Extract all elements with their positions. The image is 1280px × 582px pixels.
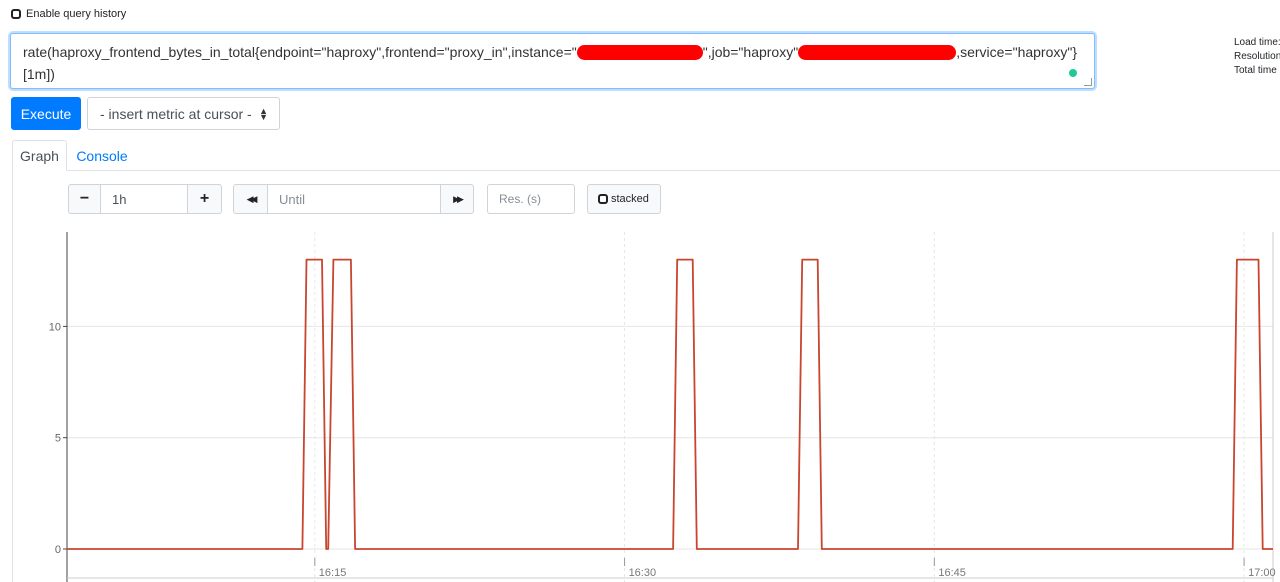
redacted-instance [576,45,703,60]
query-stats: Load time: Resolution: Total time s [1234,36,1280,78]
resolution-input[interactable]: Res. (s) [487,184,575,214]
load-time-label: Load time: [1234,37,1280,48]
x-tick-label: 16:30 [629,567,657,579]
expression-text-3: ,service="haproxy"} [956,44,1078,60]
tab-console[interactable]: Console [67,140,137,171]
y-tick-label: 10 [49,321,61,333]
stacked-checkbox[interactable] [598,194,608,204]
expression-text-2: ",job="haproxy" [702,44,799,60]
chart-labels: 0 5 10 16:15 16:30 16:45 17:00 [49,321,1276,579]
rewind-icon[interactable]: ◀◀ [233,184,268,214]
x-tick-label: 16:15 [319,567,347,579]
query-history-toggle[interactable]: Enable query history [11,8,126,20]
resolution-label: Resolution: [1234,51,1280,62]
expression-line-2: [1m]) [23,66,55,82]
query-history-label: Enable query history [26,8,127,20]
y-tick-label: 0 [55,544,61,556]
x-tick-label: 17:00 [1248,567,1276,579]
chart-grid [63,232,1273,582]
range-input[interactable]: 1h [100,184,188,214]
graph-chart[interactable]: 0 5 10 16:15 16:30 16:45 17:00 [0,228,1280,582]
stacked-toggle[interactable]: stacked [587,184,661,214]
expression-line-1: rate(haproxy_frontend_bytes_in_total{end… [23,41,1082,63]
query-history-checkbox[interactable] [11,9,21,19]
chart-series [67,258,1273,550]
stacked-label: stacked [611,193,649,205]
chart-axes [66,232,1274,582]
resize-handle-icon[interactable] [1084,78,1092,86]
expression-input[interactable]: rate(haproxy_frontend_bytes_in_total{end… [10,33,1095,89]
tab-bar: Graph Console [12,140,1280,171]
insert-metric-select[interactable]: - insert metric at cursor - ▲ ▼ [87,97,280,130]
decrease-range-button[interactable]: − [68,184,101,214]
insert-metric-label: - insert metric at cursor - [100,105,252,122]
expression-text-1: rate(haproxy_frontend_bytes_in_total{end… [23,44,577,60]
increase-range-button[interactable]: + [187,184,222,214]
redacted-label [798,45,957,60]
until-input[interactable]: Until [267,184,441,214]
x-tick-label: 16:45 [938,567,966,579]
select-caret-icon: ▲ ▼ [259,106,268,122]
total-time-label: Total time s [1234,65,1280,76]
y-tick-label: 5 [55,433,61,445]
execute-button[interactable]: Execute [11,97,81,130]
series-line[interactable] [67,258,1273,550]
tab-graph[interactable]: Graph [12,140,67,171]
fast-forward-icon[interactable]: ▶▶ [440,184,474,214]
expression-status-dot [1069,69,1077,77]
